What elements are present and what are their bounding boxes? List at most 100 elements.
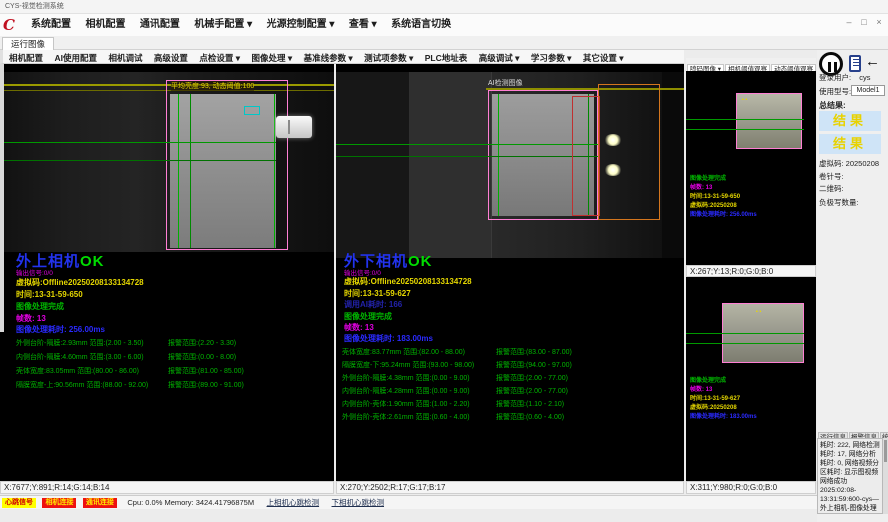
- machinery-region: [662, 72, 684, 258]
- left-pixel-coordinates: X:7677;Y:891;R:14;G:14;B:14: [0, 481, 334, 494]
- thumb-top-coordinates: X:267;Y:13;R:0;G:0;B:0: [686, 265, 816, 277]
- measure-row: 内侧台阶-隔膜:4.60mm 范围:(3.00 - 6.00): [16, 352, 144, 362]
- time-text: 时间:13-31-59-627: [344, 288, 411, 299]
- measure-row: 外侧台阶-隔膜:2.93mm 范围:(2.00 - 3.50): [16, 338, 144, 348]
- window-title: CYS-视觉检测系统: [5, 3, 64, 10]
- elapsed-text: 图像处理耗时: 183.00ms: [344, 333, 433, 344]
- login-user-value: cys: [859, 73, 870, 82]
- app-window: CYS-视觉检测系统 C 系统配置 相机配置 通讯配置 机械手配置 ▾ 光源控制…: [0, 0, 888, 522]
- mini-status-line: 虚拟码:20250208: [690, 202, 737, 211]
- battery-tab-region: [276, 116, 312, 138]
- ai-elapsed-text: 调用AI耗时: 166: [344, 299, 402, 310]
- mini-status-line: 图像处理耗时: 183.00ms: [690, 413, 757, 422]
- menu-item-camera-config[interactable]: 相机配置: [85, 15, 125, 30]
- machinery-region: [336, 72, 410, 258]
- menu-item-comm-config[interactable]: 通讯配置: [140, 15, 180, 30]
- login-user-label: 登录用户:: [819, 73, 851, 82]
- menu-item-language-switch[interactable]: 系统语言切换: [391, 15, 451, 30]
- top-camera-heartbeat-link[interactable]: 上相机心跳检测: [267, 496, 320, 509]
- threshold-overlay-text: 平均亮度:93, 动态阈值:100: [171, 81, 254, 91]
- result-display-1: 结果: [819, 111, 881, 131]
- highlight-spot: [604, 134, 622, 146]
- measure-row: 外侧台阶-隔膜:4.38mm 范围:(0.00 - 9.00): [342, 373, 470, 383]
- alarm-range: 报警范围:(2.20 - 3.30): [168, 338, 236, 348]
- app-logo-icon: C: [3, 16, 21, 34]
- mini-status-line: 时间:13-31-59-650: [690, 193, 740, 202]
- model-select[interactable]: Model1: [851, 85, 885, 96]
- measure-line: [190, 94, 191, 248]
- measure-line: [336, 144, 598, 145]
- roi-small-rectangle: [244, 106, 260, 115]
- alarm-range: 报警范围:(0.00 - 8.00): [168, 352, 236, 362]
- barcode-text: 虚拟码:Offline20250208133134728: [344, 276, 472, 287]
- maximize-icon[interactable]: □: [857, 16, 871, 28]
- frame-count-text: 帧数: 13: [16, 313, 46, 324]
- pause-icon: [834, 62, 837, 72]
- thumbnail-tab-row: 喷码图像 ▾相机阈值观察动态阈值观察: [686, 58, 816, 71]
- alarm-range: 报警范围:(2.00 - 77.00): [496, 386, 568, 396]
- measure-row: 隔膜宽度-上:90.56mm 范围:(88.00 - 92.00): [16, 380, 148, 390]
- alarm-range: 报警范围:(89.00 - 91.00): [168, 380, 244, 390]
- measure-line: [686, 129, 804, 130]
- alarm-range: 报警范围:(2.00 - 77.00): [496, 373, 568, 383]
- barcode-text: 虚拟码:Offline20250208133134728: [16, 277, 144, 288]
- measure-row: 内侧台阶-隔膜:4.28mm 范围:(0.00 - 9.00): [342, 386, 470, 396]
- total-result-label: 总结果:: [819, 100, 846, 111]
- overlay-marks: ▪ ▪: [756, 309, 761, 315]
- ai-image-label: AI检测图像: [488, 78, 523, 88]
- elapsed-text: 图像处理耗时: 256.00ms: [16, 324, 105, 335]
- menu-items: 系统配置 相机配置 通讯配置 机械手配置 ▾ 光源控制配置 ▾ 查看 ▾ 系统语…: [26, 14, 456, 36]
- output-signal-text: 输出信号:0/0: [16, 267, 53, 277]
- tab-run-image[interactable]: 运行图像: [2, 37, 54, 50]
- log-text-area[interactable]: 耗时: 222, 网络检测耗时: 17, 网络分析耗时: 0, 网络视频分区耗时…: [817, 438, 883, 514]
- menu-item-system-config[interactable]: 系统配置: [31, 15, 71, 30]
- status-bar: 心跳信号 相机连接 通讯连接 Cpu: 0.0% Memory: 3424.41…: [0, 495, 817, 509]
- mini-status-line: 图像处理完成: [690, 175, 726, 184]
- login-user-row: 登录用户: cys: [819, 72, 870, 83]
- measure-line: [4, 142, 276, 143]
- battery-tab-notch: [288, 120, 290, 134]
- close-icon[interactable]: ×: [872, 16, 886, 28]
- cpu-memory-text: Cpu: 0.0% Memory: 3424.41796875M: [127, 496, 254, 509]
- menu-item-light-config[interactable]: 光源控制配置 ▾: [267, 15, 335, 30]
- left-camera-panel: 平均亮度:93, 动态阈值:100 外上相机OK 输出信号:0/0 虚拟码:Of…: [0, 64, 334, 481]
- mini-status-line: 图像处理完成: [690, 377, 726, 386]
- bottom-camera-heartbeat-link[interactable]: 下相机心跳检测: [332, 496, 385, 509]
- product-region: [170, 94, 276, 248]
- measure-row: 隔膜宽度-下:95.24mm 范围:(93.00 - 98.00): [342, 360, 474, 370]
- alarm-range: 报警范围:(81.00 - 85.00): [168, 366, 244, 376]
- back-arrow-icon[interactable]: [865, 53, 880, 70]
- alarm-range: 报警范围:(1.10 - 2.10): [496, 399, 564, 409]
- minimize-icon[interactable]: –: [842, 16, 856, 28]
- log-scrollbar[interactable]: [883, 438, 888, 514]
- result-ok-text: OK: [80, 253, 105, 270]
- window-titlebar: CYS-视觉检测系统: [0, 0, 888, 14]
- camera-connect-badge: 相机连接: [42, 498, 76, 508]
- write-count-label: 负极写数量:: [819, 197, 859, 208]
- roi-red-rectangle: [572, 96, 600, 216]
- alarm-range: 报警范围:(0.60 - 4.00): [496, 412, 564, 422]
- menu-item-robot-config[interactable]: 机械手配置 ▾: [194, 15, 252, 30]
- middle-pixel-coordinates: X:270;Y:2502;R:17;G:17;B:17: [336, 481, 684, 494]
- measure-line: [686, 119, 804, 120]
- frame-count-text: 帧数: 13: [344, 322, 374, 333]
- pause-icon: [828, 62, 831, 72]
- model-label: 使用型号:: [819, 86, 851, 97]
- measure-row: 外侧台阶-壳体:2.61mm 范围:(0.60 - 4.00): [342, 412, 470, 422]
- mini-status-line: 时间:13-31-59-627: [690, 395, 740, 404]
- side-panel: 登录用户: cys 使用型号: Model1 总结果: 结果 结果 虚拟码: 2…: [817, 50, 888, 522]
- measure-line: [178, 94, 179, 248]
- heartbeat-status-badge: 心跳信号: [2, 498, 36, 508]
- keyboard-icon[interactable]: [849, 55, 861, 72]
- thumb-bottom-panel[interactable]: ▪ ▪ 图像处理完成 帧数: 13 时间:13-31-59-627 虚拟码:20…: [686, 277, 816, 481]
- process-done-text: 图像处理完成: [344, 311, 392, 322]
- measure-line: [498, 94, 499, 216]
- middle-camera-panel: AI检测图像 外下相机OK 输出信号:0/0 虚拟码:Offline202502…: [336, 64, 684, 481]
- thumb-top-panel[interactable]: ▪ ▪ 图像处理完成 帧数: 13 时间:13-31-59-650 虚拟码:20…: [686, 71, 816, 265]
- pin-number-label: 卷针号:: [819, 171, 844, 182]
- virtual-code-row: 虚拟码: 20250208: [819, 158, 879, 169]
- menu-item-view[interactable]: 查看 ▾: [349, 15, 377, 30]
- alarm-range: 报警范围:(83.00 - 87.00): [496, 347, 572, 357]
- machinery-region: [410, 72, 492, 258]
- mini-status-line: 虚拟码:20250208: [690, 404, 737, 413]
